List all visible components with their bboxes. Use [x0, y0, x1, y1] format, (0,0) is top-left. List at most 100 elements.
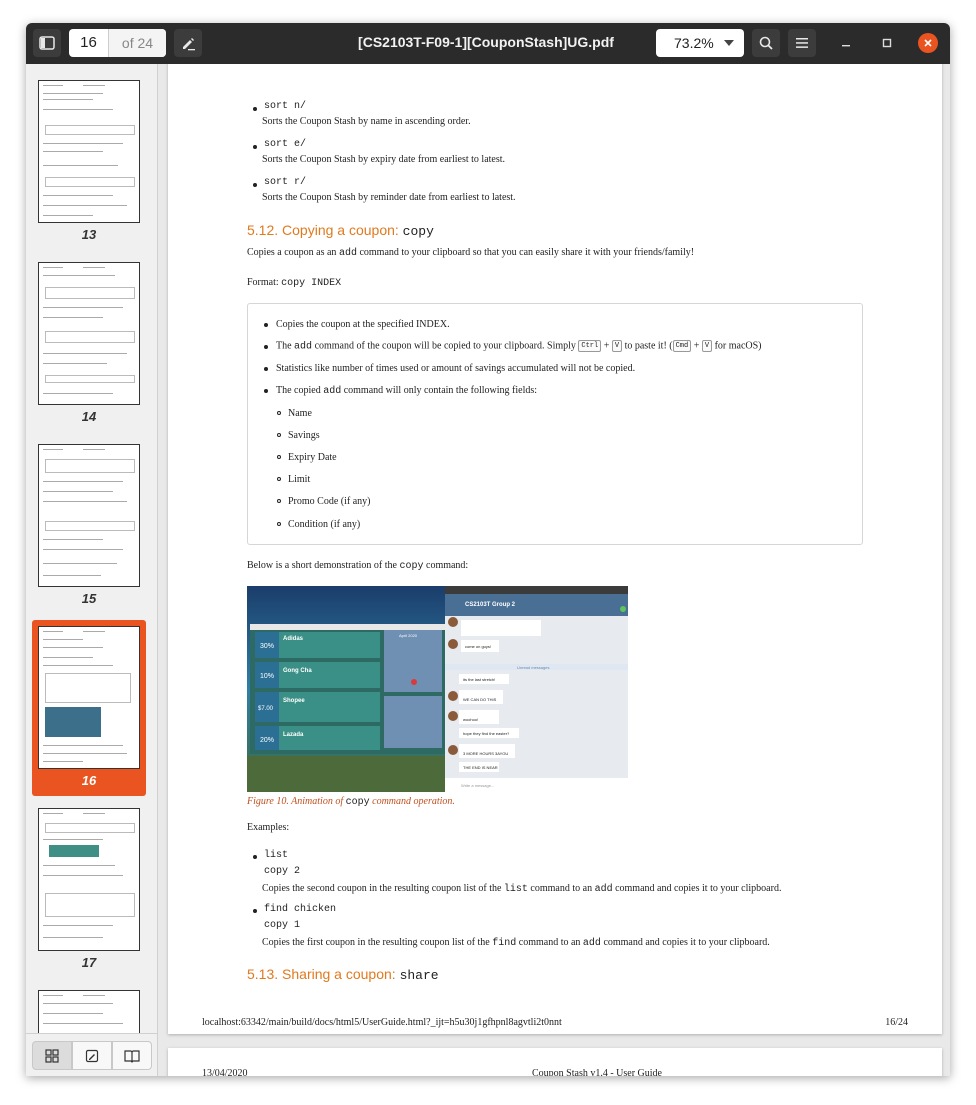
chat-message: 3 MORE HOURS 3AYOU — [463, 751, 508, 756]
sort-cmd: sort e/ — [264, 139, 307, 150]
note-text: Copies the coupon at the specified INDEX… — [276, 319, 450, 330]
heading-cmd: share — [399, 968, 439, 983]
inline-code: list — [503, 884, 528, 895]
text: command to an — [530, 883, 593, 894]
document-viewer[interactable]: sort n/ Sorts the Coupon Stash by name i… — [158, 64, 950, 1076]
figure-caption: Figure 10. Animation of copy command ope… — [247, 796, 455, 808]
field-item: Limit — [288, 474, 311, 485]
grid-icon — [45, 1048, 59, 1063]
text: The — [276, 340, 292, 352]
thumbnail-page[interactable]: 14 — [32, 256, 146, 432]
note-text-line: The add command of the coupon will be co… — [276, 340, 762, 352]
chat-message: come on guys! — [465, 644, 491, 649]
close-button[interactable] — [918, 33, 938, 53]
inline-code: copy INDEX — [281, 278, 342, 289]
coupon-pct: 30% — [260, 643, 274, 650]
text: + — [603, 340, 610, 352]
pencil-icon — [183, 38, 195, 51]
inline-code: add — [294, 341, 313, 353]
thumbnail-preview — [38, 80, 140, 223]
maximize-button[interactable] — [877, 33, 897, 53]
info-box: Copies the coupon at the specified INDEX… — [247, 303, 863, 545]
sub-bullet — [277, 522, 281, 526]
page-footer-number: 16/24 — [885, 1017, 908, 1028]
search-button[interactable] — [752, 29, 780, 57]
coupon-name: Lazada — [283, 732, 304, 738]
page-navigation: 16 of 24 — [69, 29, 166, 57]
thumbnail-page[interactable]: 13 — [32, 74, 146, 250]
zoom-value: 73.2% — [674, 35, 714, 51]
text: command to an — [518, 937, 581, 948]
coupon-name: Adidas — [283, 636, 304, 642]
sub-bullet — [277, 499, 281, 503]
inline-code: copy — [399, 561, 424, 572]
field-item: Expiry Date — [288, 452, 337, 463]
page-footer-url: localhost:63342/main/build/docs/html5/Us… — [202, 1017, 562, 1028]
menu-button[interactable] — [788, 29, 816, 57]
coupon-pct: 20% — [260, 737, 274, 744]
thumbnail-label: 16 — [81, 773, 97, 788]
thumbnail-preview — [38, 262, 140, 405]
sidebar-toggle-button[interactable] — [33, 29, 61, 57]
text: command: — [426, 560, 469, 571]
chat-message: WE CAN DO THIS — [463, 697, 497, 702]
thumbnail-page[interactable]: 17 — [32, 802, 146, 978]
thumbnail-label: 14 — [81, 409, 97, 424]
sort-cmd: sort r/ — [264, 177, 307, 188]
bullet — [253, 909, 257, 913]
field-item: Condition (if any) — [288, 519, 361, 530]
thumbnail-page-selected[interactable]: 16 — [32, 620, 146, 796]
minimize-icon — [842, 45, 850, 47]
note-text: Statistics like number of times used or … — [276, 363, 636, 374]
thumbnail-page[interactable]: 15 — [32, 438, 146, 614]
sidebar-mode-switcher — [26, 1033, 157, 1076]
maximize-icon — [882, 38, 892, 48]
bullet — [253, 145, 257, 149]
text: command will only contain the following … — [343, 385, 538, 396]
sort-desc: Sorts the Coupon Stash by reminder date … — [262, 192, 516, 203]
header-bar: 16 of 24 [CS2103T-F09-1][CouponStash]UG.… — [26, 23, 950, 64]
thumbnail-preview — [38, 808, 140, 951]
field-item: Name — [288, 408, 312, 419]
page-header-title: Coupon Stash v1.4 - User Guide — [532, 1068, 662, 1076]
text: command and copies it to your clipboard. — [603, 937, 770, 948]
minimize-button[interactable] — [836, 33, 856, 53]
sub-bullet — [277, 455, 281, 459]
page-header-date: 13/04/2020 — [202, 1068, 248, 1076]
page-total-label: of 24 — [109, 29, 166, 57]
bullet — [264, 367, 268, 371]
bullet — [253, 855, 257, 859]
sort-desc: Sorts the Coupon Stash by expiry date fr… — [262, 154, 506, 165]
text: command and copies it to your clipboard. — [615, 883, 782, 894]
annotations-mode-button[interactable] — [72, 1041, 112, 1070]
coupon-name: Gong Cha — [283, 668, 312, 674]
section-heading: 5.13. Sharing a coupon: share — [247, 966, 439, 983]
document-title: [CS2103T-F09-1][CouponStash]UG.pdf — [358, 34, 614, 50]
bullet — [264, 345, 268, 349]
inline-code: add — [323, 386, 342, 397]
bullet — [264, 389, 268, 393]
inline-code: add — [582, 938, 601, 949]
format-line: Format: copy INDEX — [247, 277, 341, 289]
heading-text: 5.13. Sharing a coupon: — [247, 966, 396, 982]
sidebar-icon — [39, 36, 55, 50]
demo-animation-image: 30% 10% $7.00 20% Adidas Gong Cha Shopee… — [247, 586, 628, 792]
paragraph: Copies a coupon as an add command to you… — [247, 247, 694, 259]
thumbnails-mode-button[interactable] — [32, 1041, 72, 1070]
inline-code: add — [338, 248, 357, 259]
paragraph: Below is a short demonstration of the co… — [247, 560, 468, 572]
annotate-button[interactable] — [174, 29, 202, 57]
unread-divider: Unread messages — [517, 665, 549, 670]
text: Format: — [247, 277, 279, 288]
examples-label: Examples: — [247, 822, 290, 833]
page-number-input[interactable]: 16 — [69, 29, 109, 57]
text: + — [693, 340, 700, 352]
sub-bullet — [277, 477, 281, 481]
example-cmd: find chicken — [264, 904, 337, 915]
text: for macOS) — [714, 340, 762, 352]
text: to paste it! ( — [624, 340, 673, 352]
edit-document-icon — [85, 1049, 99, 1062]
thumbnail-label: 13 — [81, 227, 97, 242]
zoom-select[interactable]: 73.2% — [656, 29, 744, 57]
outline-mode-button[interactable] — [112, 1041, 152, 1070]
